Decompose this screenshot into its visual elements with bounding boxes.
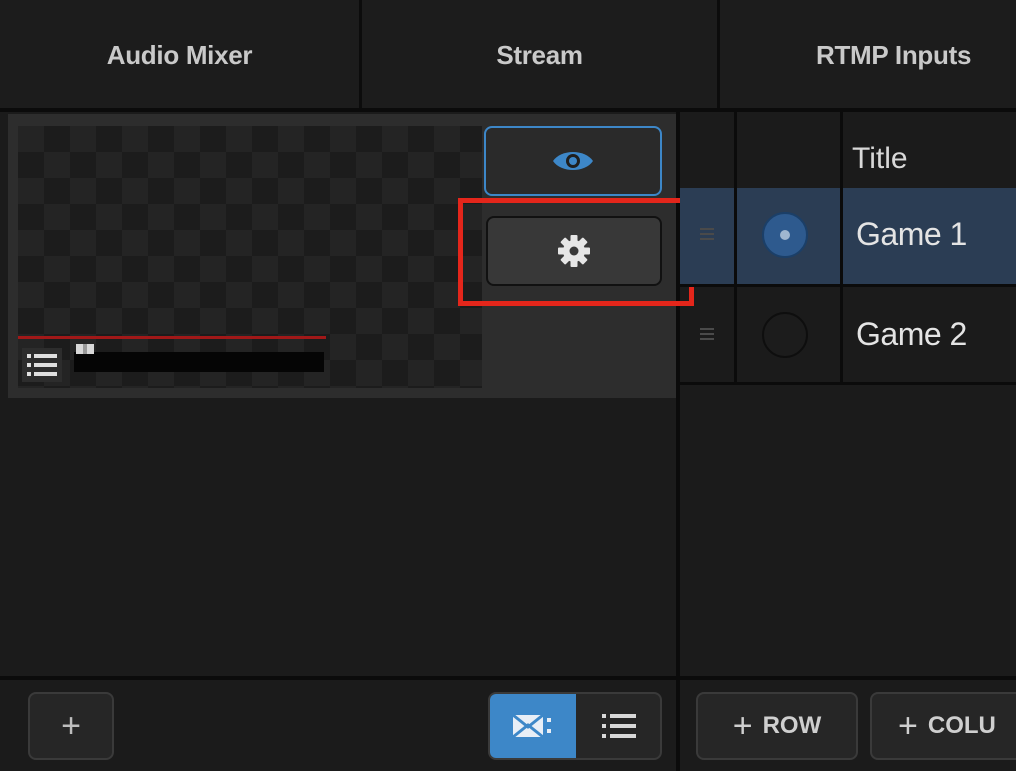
plus-icon: +	[732, 706, 753, 745]
drag-handle-icon[interactable]	[700, 228, 714, 242]
table-gridline	[680, 284, 1016, 287]
preview-button[interactable]	[484, 126, 662, 196]
drag-handle-icon[interactable]	[700, 328, 714, 342]
list-view-button[interactable]	[576, 694, 660, 758]
row-title[interactable]: Game 2	[856, 316, 967, 353]
thumbnail-overlay-logo	[76, 344, 94, 354]
row-radio-button[interactable]	[762, 212, 808, 258]
table-gridline	[734, 112, 737, 384]
add-column-button[interactable]: + COLU	[870, 692, 1016, 760]
row-title[interactable]: Game 1	[856, 216, 967, 253]
eye-icon	[553, 152, 593, 170]
highlight-annotation	[458, 198, 694, 306]
plus-icon: +	[898, 706, 918, 745]
view-toggle	[488, 692, 662, 760]
tab-stream[interactable]: Stream	[362, 0, 720, 110]
tab-audio-mixer[interactable]: Audio Mixer	[0, 0, 362, 110]
column-header-title[interactable]: Title	[852, 142, 908, 176]
table-gridline	[840, 112, 843, 384]
add-scene-button[interactable]: +	[28, 692, 114, 760]
add-row-label: ROW	[762, 712, 822, 739]
toolbar-divider	[0, 676, 1016, 680]
list-view-icon	[602, 714, 636, 738]
grid-view-icon	[512, 713, 551, 739]
add-column-label: COLU	[927, 712, 996, 739]
row-radio-button[interactable]	[762, 312, 808, 358]
table-gridline	[680, 382, 1016, 385]
list-icon[interactable]	[22, 348, 62, 382]
add-row-button[interactable]: + ROW	[696, 692, 858, 760]
scene-thumbnail[interactable]	[18, 126, 482, 388]
app-window: Audio Mixer Stream RTMP Inputs + Title G…	[0, 0, 1016, 771]
thumbnail-overlay-line	[18, 336, 326, 339]
rtmp-table: Title Game 1 Game 2	[680, 112, 1016, 385]
grid-view-button[interactable]	[490, 694, 576, 758]
thumbnail-overlay-bar	[74, 352, 324, 372]
tab-rtmp-inputs[interactable]: RTMP Inputs	[720, 0, 1016, 110]
